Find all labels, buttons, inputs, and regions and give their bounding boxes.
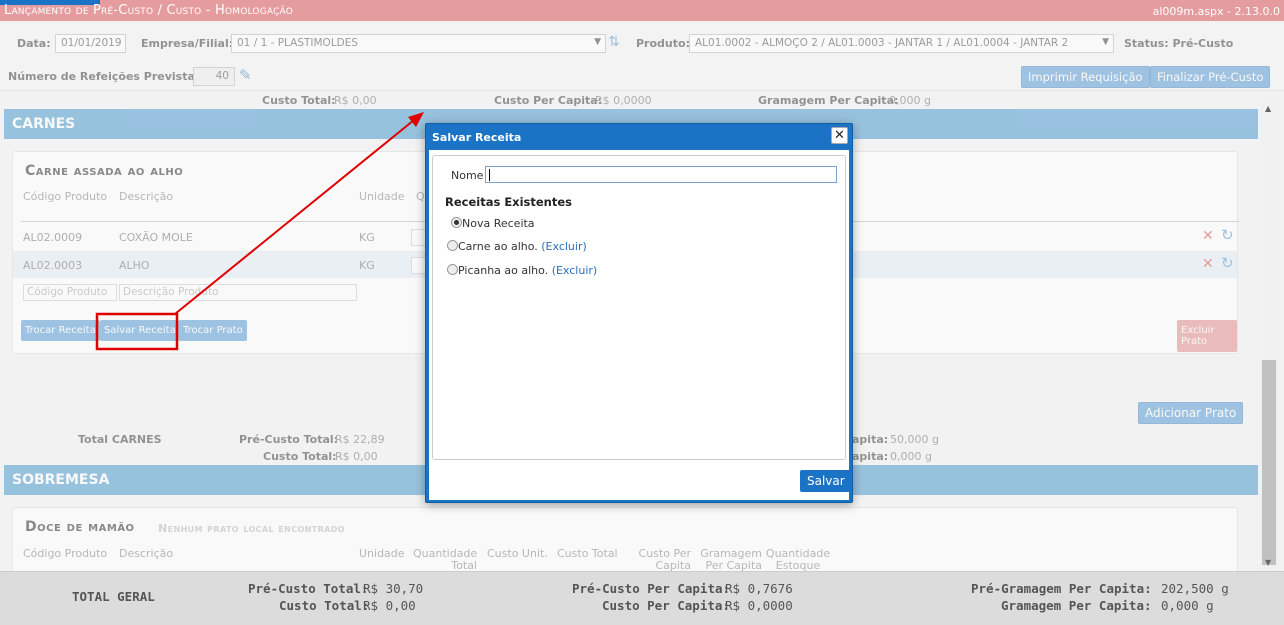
salvar-button[interactable]: Salvar: [800, 470, 852, 492]
excluir-link[interactable]: (Excluir): [541, 240, 587, 253]
option-label: Carne ao alho.: [458, 240, 538, 253]
close-icon[interactable]: ✕: [831, 127, 848, 144]
nome-label: Nome: [451, 169, 484, 182]
dialog-content: Nome Receitas Existentes Nova Receita Ca…: [432, 155, 846, 460]
radio-nova-receita[interactable]: Nova Receita: [451, 217, 535, 230]
annotation-highlight-box: [95, 312, 179, 351]
annotation-arrow: [174, 119, 415, 315]
text-caret: [489, 169, 490, 181]
radio-picanha-ao-alho[interactable]: Picanha ao alho. (Excluir): [447, 264, 597, 277]
radio-button-selected[interactable]: [451, 217, 462, 228]
dialog-body: Nome Receitas Existentes Nova Receita Ca…: [429, 150, 852, 500]
option-label: Nova Receita: [462, 217, 535, 230]
radio-button[interactable]: [447, 240, 458, 251]
salvar-receita-dialog: Salvar Receita ✕ Nome Receitas Existente…: [425, 123, 853, 503]
annotation-arrowhead: [408, 112, 424, 127]
option-label: Picanha ao alho.: [458, 264, 549, 277]
dialog-title: Salvar Receita: [432, 131, 522, 144]
receitas-existentes-heading: Receitas Existentes: [445, 195, 573, 209]
nome-input[interactable]: [485, 166, 837, 183]
excluir-link[interactable]: (Excluir): [552, 264, 598, 277]
radio-button[interactable]: [447, 264, 458, 275]
radio-carne-ao-alho[interactable]: Carne ao alho. (Excluir): [447, 240, 587, 253]
